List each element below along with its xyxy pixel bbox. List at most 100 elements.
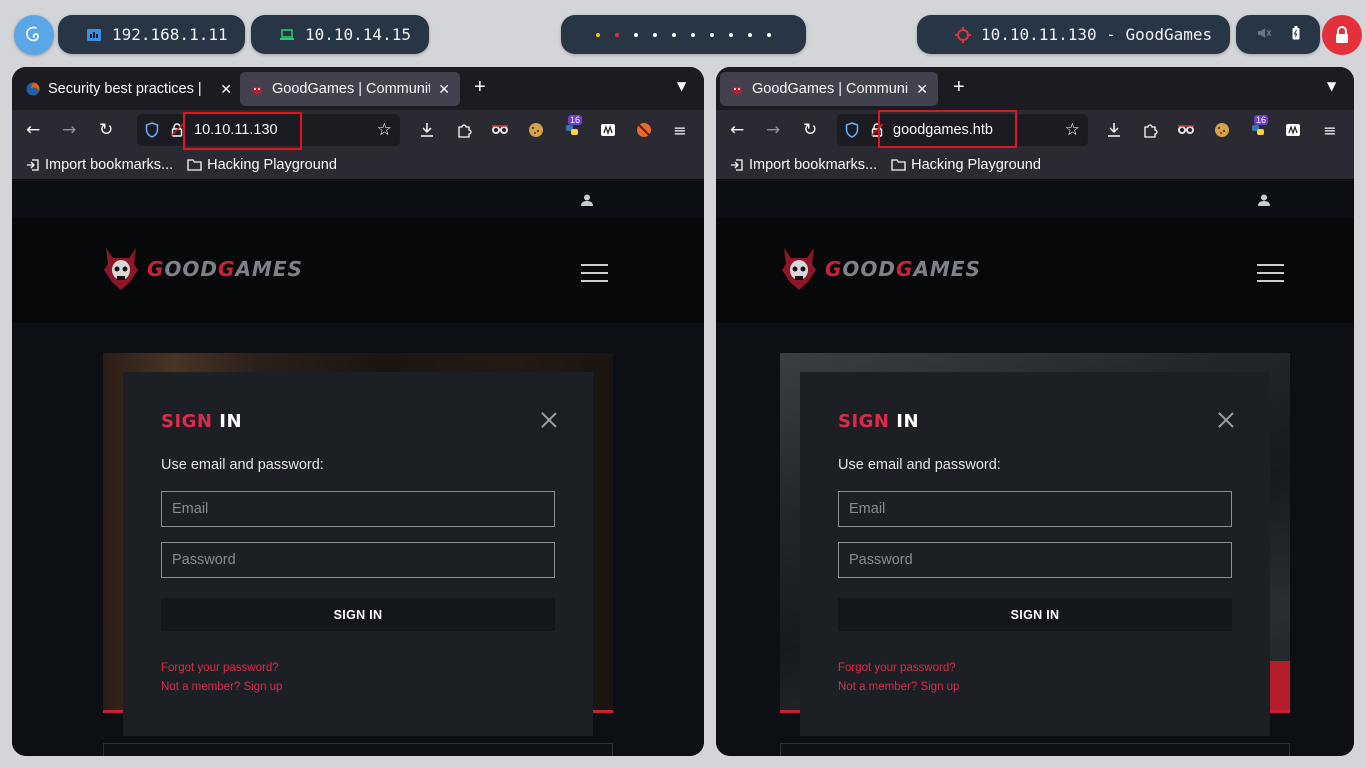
workspace-dot-4[interactable] <box>653 32 657 37</box>
list-all-tabs-icon[interactable]: ▼ <box>1327 79 1336 93</box>
reload-icon[interactable]: ↻ <box>99 120 113 140</box>
close-icon[interactable] <box>541 412 557 428</box>
site-menu-icon[interactable] <box>1257 264 1284 288</box>
debian-swirl-icon <box>26 26 39 42</box>
tab-goodgames[interactable]: GoodGames | Communit ✕ <box>720 72 938 106</box>
goodgames-logo[interactable]: GOODGAMES <box>102 246 303 292</box>
email-field[interactable] <box>838 491 1232 527</box>
password-field[interactable] <box>161 542 555 578</box>
folder-icon <box>891 159 906 171</box>
extensions-puzzle-icon[interactable] <box>455 121 473 139</box>
host-ip-pill[interactable]: 192.168.1.11 <box>58 15 245 54</box>
wappalyzer-icon[interactable] <box>599 121 617 139</box>
sign-up-link[interactable]: Not a member? Sign up <box>161 681 282 693</box>
workspace-switcher[interactable] <box>561 15 806 54</box>
goodgames-logo[interactable]: GOODGAMES <box>780 246 981 292</box>
downloads-icon[interactable] <box>418 121 436 139</box>
system-tray[interactable] <box>1236 15 1320 54</box>
volume-muted-icon[interactable] <box>1257 25 1272 44</box>
browser-window-left: Security best practices | ✕ GoodGames | … <box>12 67 704 756</box>
workspace-dots <box>588 32 779 37</box>
email-input[interactable] <box>849 501 1221 517</box>
close-icon[interactable] <box>1218 412 1234 428</box>
python-extension-icon[interactable]: 16 <box>563 115 583 139</box>
no-ads-extension-icon[interactable] <box>635 121 653 139</box>
tab-goodgames[interactable]: GoodGames | Communit ✕ <box>240 72 460 106</box>
bookmark-import[interactable]: Import bookmarks... <box>730 157 877 173</box>
import-icon <box>27 158 39 171</box>
close-icon[interactable]: ✕ <box>438 81 450 98</box>
sign-in-button[interactable]: SIGN IN <box>838 598 1232 631</box>
list-all-tabs-icon[interactable]: ▼ <box>677 79 686 93</box>
site-top-strip <box>12 181 704 218</box>
reload-icon[interactable]: ↻ <box>803 120 817 140</box>
tab-strip: Security best practices | ✕ GoodGames | … <box>12 67 704 110</box>
bookmark-folder-hacking-playground[interactable]: Hacking Playground <box>187 157 337 173</box>
workspace-dot-2[interactable] <box>615 32 619 37</box>
vpn-ip-text: 10.10.14.15 <box>305 25 411 44</box>
brand-wordmark: GOODGAMES <box>825 257 981 281</box>
workspace-dot-7[interactable] <box>710 32 714 37</box>
tab-security-best-practices[interactable]: Security best practices | ✕ <box>16 72 242 106</box>
highlight-box <box>878 110 1017 148</box>
host-ip-text: 192.168.1.11 <box>112 25 228 44</box>
wappalyzer-icon[interactable] <box>1284 121 1302 139</box>
workspace-dot-3[interactable] <box>634 32 638 37</box>
forward-icon[interactable]: → <box>62 120 76 140</box>
email-field[interactable] <box>161 491 555 527</box>
target-pill[interactable]: 10.10.11.130 - GoodGames <box>917 15 1230 54</box>
hamburger-menu-icon[interactable]: ≡ <box>1321 121 1339 140</box>
bookmark-star-icon[interactable]: ☆ <box>1065 120 1080 140</box>
close-icon[interactable]: ✕ <box>916 81 928 98</box>
bookmark-folder-hacking-playground[interactable]: Hacking Playground <box>891 157 1041 173</box>
password-field[interactable] <box>838 542 1232 578</box>
workspace-dot-6[interactable] <box>691 32 695 37</box>
forward-icon[interactable]: → <box>766 120 780 140</box>
extension-eyes-icon[interactable] <box>1177 121 1195 139</box>
user-icon[interactable] <box>581 194 593 206</box>
hamburger-menu-icon[interactable]: ≡ <box>671 121 689 140</box>
new-tab-icon[interactable]: + <box>474 76 486 99</box>
workspace-dot-10[interactable] <box>767 32 771 37</box>
new-tab-icon[interactable]: + <box>953 76 965 99</box>
cookie-icon[interactable] <box>1213 121 1231 139</box>
browser-window-right: GoodGames | Communit ✕ + ▼ ← → ↻ goodgam… <box>716 67 1354 756</box>
target-crosshair-icon <box>955 26 971 43</box>
extension-badge: 16 <box>568 115 583 125</box>
user-icon[interactable] <box>1258 194 1270 206</box>
close-icon[interactable]: ✕ <box>220 81 232 98</box>
bookmarks-toolbar: Import bookmarks... Hacking Playground <box>12 150 704 180</box>
workspace-dot-5[interactable] <box>672 32 676 37</box>
content-card-edge <box>103 743 613 756</box>
forgot-password-link[interactable]: Forgot your password? <box>161 662 279 674</box>
site-top-strip <box>716 181 1354 218</box>
back-icon[interactable]: ← <box>730 120 744 140</box>
downloads-icon[interactable] <box>1105 121 1123 139</box>
highlight-box <box>183 112 302 150</box>
forgot-password-link[interactable]: Forgot your password? <box>838 662 956 674</box>
bookmarks-toolbar: Import bookmarks... Hacking Playground <box>716 150 1354 180</box>
debian-menu-button[interactable] <box>14 15 54 55</box>
workspace-dot-1[interactable] <box>596 32 600 37</box>
python-extension-icon[interactable]: 16 <box>1249 115 1269 139</box>
shield-icon <box>845 122 859 138</box>
extension-badge: 16 <box>1254 115 1269 125</box>
site-menu-icon[interactable] <box>581 264 608 288</box>
tab-title: GoodGames | Communit <box>752 81 909 97</box>
extensions-puzzle-icon[interactable] <box>1141 121 1159 139</box>
vpn-ip-pill[interactable]: 10.10.14.15 <box>251 15 429 54</box>
email-input[interactable] <box>172 501 544 517</box>
battery-icon[interactable] <box>1292 25 1300 44</box>
extension-eyes-icon[interactable] <box>491 121 509 139</box>
workspace-dot-9[interactable] <box>748 32 752 37</box>
bookmark-import[interactable]: Import bookmarks... <box>26 157 173 173</box>
sign-in-button[interactable]: SIGN IN <box>161 598 555 631</box>
lock-screen-button[interactable] <box>1322 15 1362 55</box>
password-input[interactable] <box>172 552 544 568</box>
bookmark-star-icon[interactable]: ☆ <box>377 120 392 140</box>
back-icon[interactable]: ← <box>26 120 40 140</box>
sign-up-link[interactable]: Not a member? Sign up <box>838 681 959 693</box>
password-input[interactable] <box>849 552 1221 568</box>
workspace-dot-8[interactable] <box>729 32 733 37</box>
cookie-icon[interactable] <box>527 121 545 139</box>
